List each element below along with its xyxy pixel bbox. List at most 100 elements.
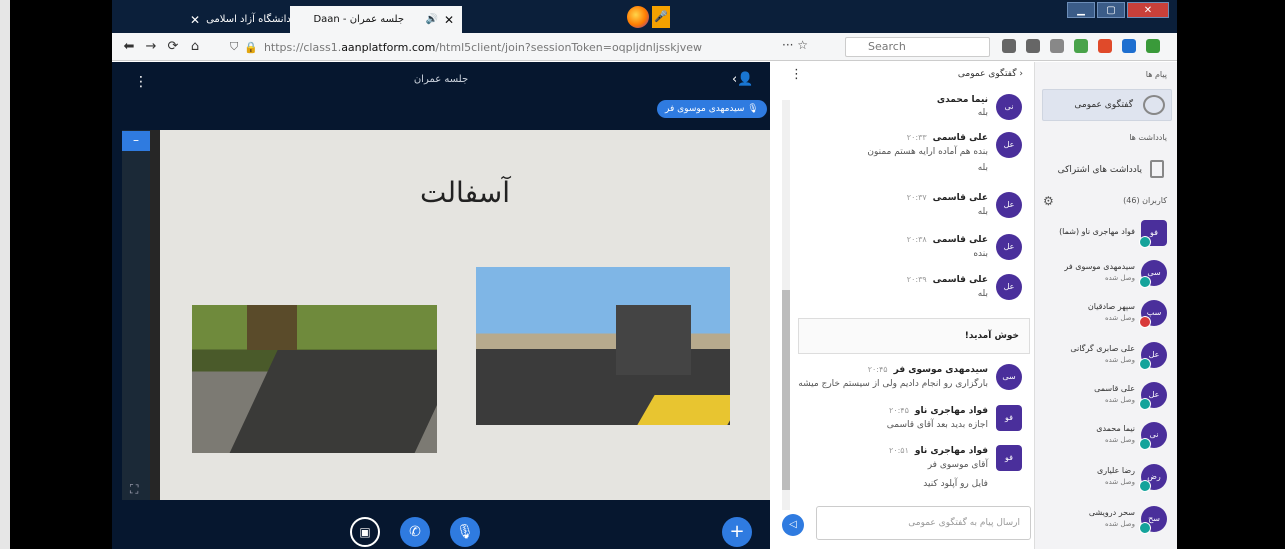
minimize-presentation-button[interactable]: – [122, 131, 150, 151]
slide-container: – آسفالت ⛶ [122, 130, 770, 500]
message-time: ۲۰:۵۱ [889, 446, 909, 455]
chat-message: عل علی قاسمی ۲۰:۳۷ بله [792, 192, 1022, 222]
gear-icon[interactable]: ⚙ [1043, 194, 1054, 208]
browser-window: دانشگاه آزاد اسلامی ✕ ✕ 🔊 جلسه عمران - D… [112, 0, 1177, 549]
maximize-button[interactable]: ▢ [1097, 2, 1125, 18]
microphone-status-icon [1139, 276, 1151, 288]
user-item[interactable]: فو فواد مهاجری ناو (شما) [1042, 220, 1167, 260]
menu-icon[interactable] [1146, 39, 1160, 53]
user-item[interactable]: عل علی صابری گرگانی وصل شده [1042, 342, 1167, 382]
user-name: نیما محمدی [1096, 424, 1135, 433]
messages-header: پیام ها [1145, 70, 1167, 79]
shared-notes-item[interactable]: یادداشت های اشتراکی [1042, 158, 1172, 182]
shield-icon: ⛉ [230, 40, 239, 53]
message-header: فواد مهاجری ناو ۲۰:۵۱ [889, 445, 988, 456]
user-name: فواد مهاجری ناو (شما) [1059, 227, 1135, 236]
message-sender: علی قاسمی [932, 235, 988, 245]
asphalt-paver-photo [476, 267, 730, 425]
firefox-icon[interactable] [627, 6, 649, 28]
options-icon[interactable]: ⋮ [790, 67, 803, 82]
message-time: ۲۰:۳۳ [906, 133, 927, 142]
message-text: بله [977, 207, 988, 217]
chat-message: فو فواد مهاجری ناو ۲۰:۴۵ اجازه بدید بعد آ… [792, 405, 1022, 437]
video-off-button[interactable]: ▣ [350, 517, 380, 547]
microphone-status-icon [1139, 398, 1151, 410]
user-item[interactable]: سح سحر درویشی وصل شده [1042, 506, 1167, 546]
asphalt-layer [226, 350, 437, 453]
message-sender: علی قاسمی [932, 275, 988, 285]
microphone-button[interactable]: 🎙 [450, 517, 480, 547]
user-status: وصل شده [1104, 274, 1135, 282]
forward-button[interactable]: → [140, 39, 162, 54]
screen-right-edge [1177, 0, 1285, 549]
message-text: بله [977, 108, 988, 118]
user-item[interactable]: نی نیما محمدی وصل شده [1042, 422, 1167, 462]
url-bar[interactable]: ⛉ 🔒 https://class1. aanplatform.com/html5… [230, 36, 775, 58]
slide-title: آسفالت [420, 176, 510, 209]
search-input[interactable]: Search [845, 37, 990, 57]
user-name: سیدمهدی موسوی فر [1064, 262, 1135, 271]
current-speaker-badge: 🎙 سیدمهدی موسوی فر [657, 100, 767, 118]
avatar: عل [996, 132, 1022, 158]
back-button[interactable]: ⬅ [118, 39, 140, 54]
message-time: ۲۰:۴۵ [867, 365, 888, 374]
fullscreen-icon[interactable]: ⛶ [130, 482, 138, 497]
home-button[interactable]: ⌂ [184, 39, 206, 54]
close-icon[interactable]: ✕ [190, 13, 200, 27]
message-text: بنده هم آماده ارایه هستم ممنون [867, 147, 988, 157]
asphalt-road-photo [192, 305, 437, 453]
chat-message: عل علی قاسمی ۲۰:۳۹ بله [792, 274, 1022, 304]
message-sender: فواد مهاجری ناو [914, 446, 988, 456]
user-list-toggle-icon[interactable]: ‹👤 [732, 72, 753, 87]
tab-meeting[interactable]: ✕ 🔊 جلسه عمران - Daan [290, 6, 462, 33]
user-item[interactable]: عل علی قاسمی وصل شده [1042, 382, 1167, 422]
user-item[interactable]: رض رضا علیاری وصل شده [1042, 464, 1167, 504]
message-header: سیدمهدی موسوی فر ۲۰:۴۵ [868, 364, 988, 375]
message-header: علی قاسمی ۲۰:۳۸ [907, 234, 988, 245]
chat-input[interactable]: ارسال پیام به گفتگوی عمومی [816, 506, 1031, 540]
avatar: عل [996, 234, 1022, 260]
tab-meeting-label: جلسه عمران - Daan [313, 14, 405, 25]
reload-button[interactable]: ⟳ [162, 39, 184, 54]
notes-header: یادداشت ها [1129, 133, 1167, 142]
chat-scroll-thumb[interactable] [782, 290, 790, 490]
library-icon[interactable] [1002, 39, 1016, 53]
search-placeholder: Search [868, 40, 906, 53]
toolbar-icons [1002, 39, 1160, 53]
message-text: بله [977, 163, 988, 173]
audio-button[interactable]: ✆ [400, 517, 430, 547]
tab-university[interactable]: دانشگاه آزاد اسلامی ✕ [182, 6, 299, 33]
public-chat-item[interactable]: گفتگوی عمومی [1042, 89, 1172, 121]
welcome-message: خوش آمدید! [798, 318, 1030, 354]
close-window-button[interactable]: ✕ [1127, 2, 1169, 18]
chat-message: عل علی قاسمی ۲۰:۳۳ بنده هم آماده ارایه هس… [792, 132, 1022, 178]
chat-message: سی سیدمهدی موسوی فر ۲۰:۴۵ بارگزاری رو انج… [792, 364, 1022, 396]
avatar: عل [996, 274, 1022, 300]
chat-message: عل علی قاسمی ۲۰:۳۸ بنده [792, 234, 1022, 264]
sidebar-icon[interactable] [1026, 39, 1040, 53]
chat-title[interactable]: ‹ گفتگوی عمومی [958, 69, 1023, 79]
slide: آسفالت [160, 130, 770, 500]
microphone-status-icon [1139, 236, 1151, 248]
screen-left-edge [0, 0, 10, 549]
message-text: فایل رو آپلود کنید [923, 479, 988, 489]
user-item[interactable]: سی سیدمهدی موسوی فر وصل شده [1042, 260, 1167, 300]
account-icon[interactable] [1050, 39, 1064, 53]
chat-message: نی نیما محمدی بله [792, 94, 1022, 120]
muted-status-icon [1139, 316, 1151, 328]
close-icon[interactable]: ✕ [444, 13, 454, 27]
user-item[interactable]: سپ سپهر صادقیان وصل شده [1042, 300, 1167, 340]
extension-icon[interactable] [1074, 39, 1088, 53]
message-header: فواد مهاجری ناو ۲۰:۴۵ [889, 405, 988, 416]
microphone-icon: 🎙 [747, 104, 759, 114]
minimize-button[interactable]: ▁ [1067, 2, 1095, 18]
message-sender: سیدمهدی موسوی فر [893, 365, 988, 375]
send-button[interactable]: ◁ [782, 514, 804, 536]
avatar: نی [996, 94, 1022, 120]
actions-plus-button[interactable]: + [722, 517, 752, 547]
extension-icon[interactable] [1122, 39, 1136, 53]
message-text: بله [977, 289, 988, 299]
user-name: سپهر صادقیان [1087, 302, 1135, 311]
extension-icon[interactable] [1098, 39, 1112, 53]
page-actions-icon[interactable]: ··· ☆ [782, 38, 808, 52]
